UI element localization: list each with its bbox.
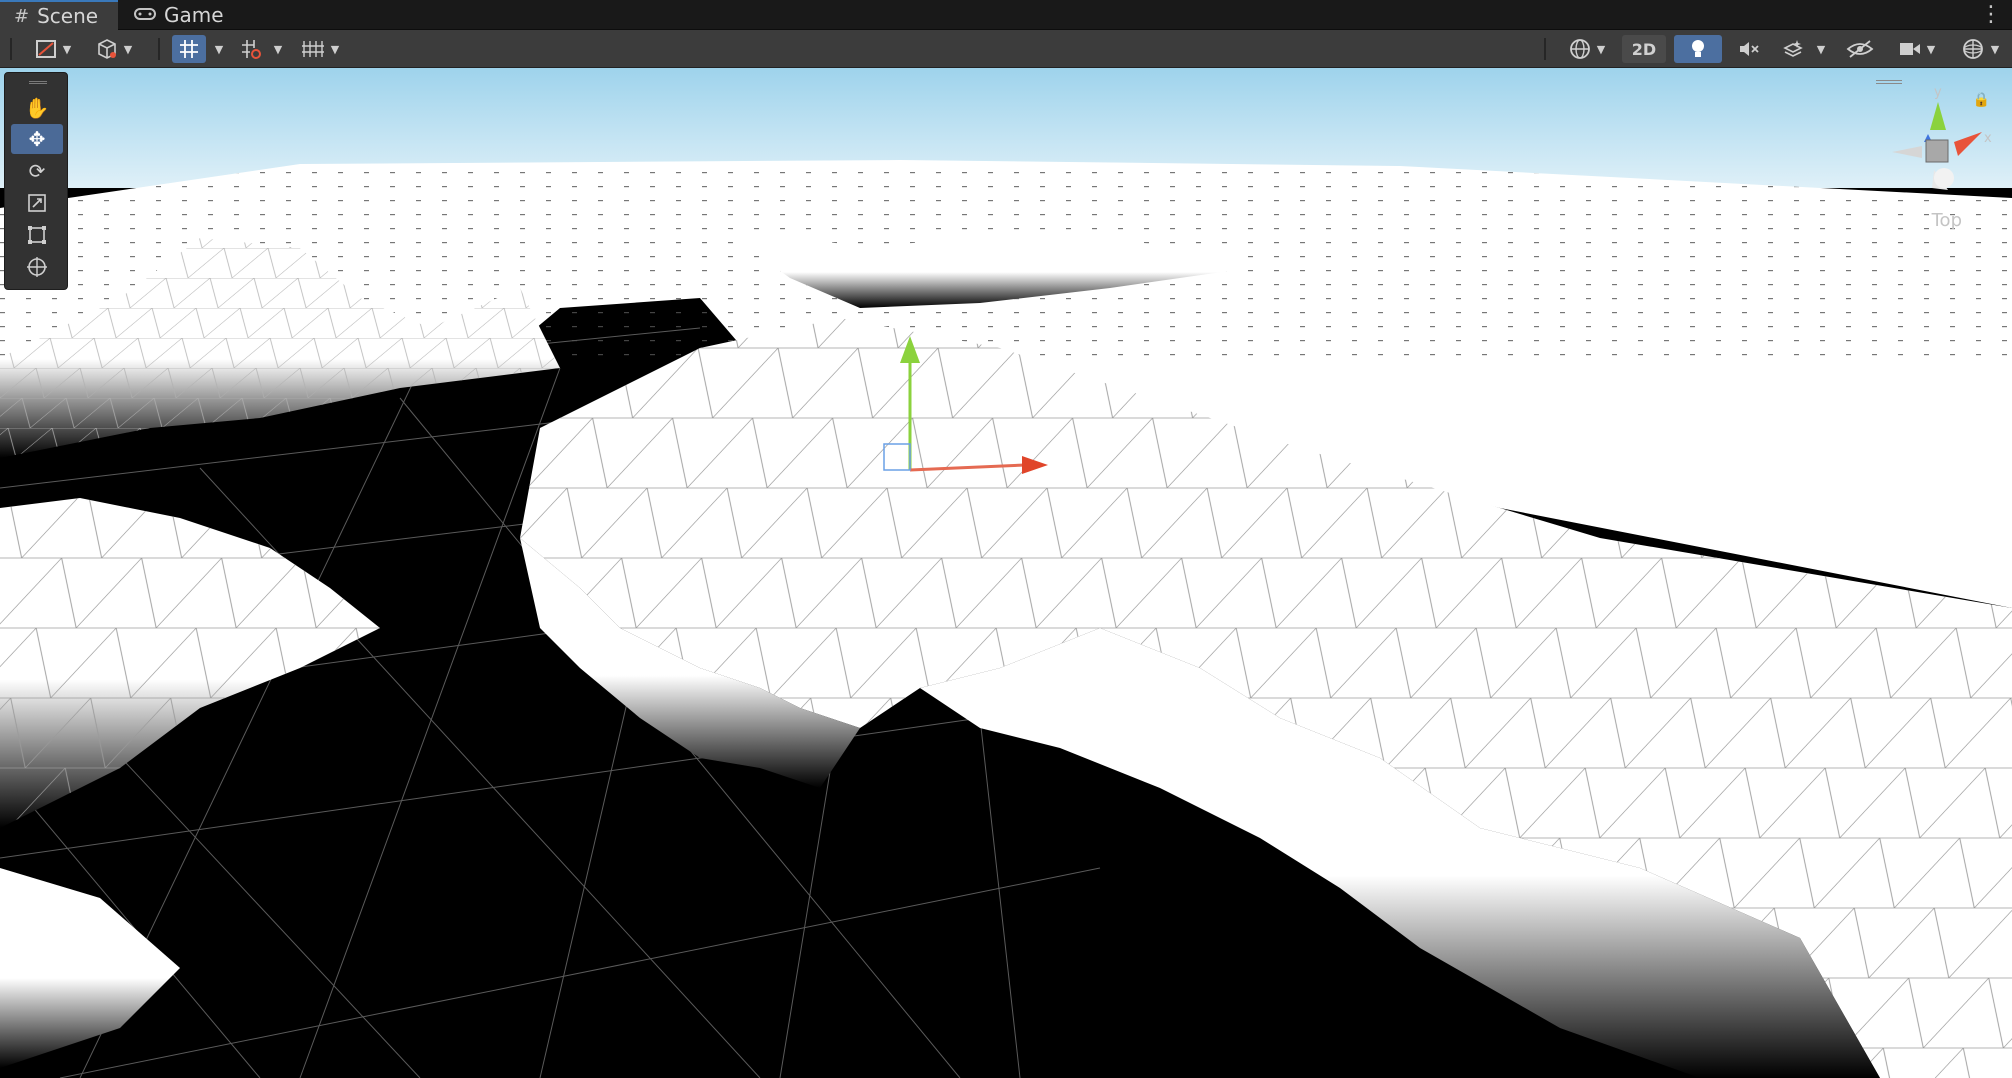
lightbulb-icon <box>1692 40 1704 57</box>
orientation-gizmo[interactable]: y x <box>1862 72 2012 232</box>
grid-snap-button[interactable] <box>172 35 206 63</box>
gamepad-icon <box>134 5 156 26</box>
tab-scene[interactable]: # Scene <box>0 0 118 30</box>
x-axis-label: x <box>1984 131 1992 146</box>
hash-icon: # <box>14 5 30 27</box>
hand-tool-button[interactable]: ✋ <box>11 93 63 123</box>
rect-transform-icon <box>28 226 46 244</box>
chevron-down-icon: ▼ <box>214 42 224 56</box>
rotate-tool-button[interactable]: ⟳ <box>11 156 63 186</box>
chevron-down-icon: ▼ <box>1990 42 2000 56</box>
draw-mode-icon <box>35 40 56 58</box>
scale-icon <box>28 194 46 212</box>
audio-toggle[interactable] <box>1734 35 1764 63</box>
gizmo-sphere-icon <box>1962 39 1983 59</box>
effects-dropdown[interactable]: ▼ <box>1810 35 1832 63</box>
increment-snap-dropdown[interactable]: ▼ <box>268 35 288 63</box>
increment-snap-icon <box>242 40 261 59</box>
tab-scene-label: Scene <box>37 4 99 28</box>
grid-toggle-button[interactable]: ▼ <box>292 35 348 63</box>
terrain-render <box>0 68 2012 1078</box>
gizmos-button[interactable]: ▼ <box>1952 35 2008 63</box>
toolbar-divider <box>158 38 160 60</box>
overlay-grip[interactable] <box>29 81 47 84</box>
chevron-down-icon: ▼ <box>330 42 340 56</box>
effects-toggle[interactable] <box>1778 35 1808 63</box>
hidden-eye-icon <box>1846 40 1874 58</box>
transform-tool-button[interactable] <box>11 252 63 282</box>
scale-tool-button[interactable] <box>11 188 63 218</box>
y-axis-label: y <box>1934 85 1942 100</box>
chevron-down-icon: ▼ <box>1926 42 1936 56</box>
increment-snap-button[interactable] <box>236 35 266 63</box>
toolbar-divider <box>10 38 12 60</box>
globe-icon <box>1569 39 1590 59</box>
y-cone[interactable] <box>1930 102 1946 130</box>
x-cone[interactable] <box>1954 132 1982 156</box>
camera-view-button[interactable]: ▼ <box>1560 35 1614 63</box>
render-mode-button[interactable]: ▼ <box>86 35 142 63</box>
rect-tool-button[interactable] <box>11 220 63 250</box>
grid-snap-dropdown[interactable]: ▼ <box>208 35 230 63</box>
draw-mode-button[interactable]: ▼ <box>26 35 80 63</box>
tab-game-label: Game <box>164 3 224 27</box>
scene-toolbar: ▼ ▼ ▼ ▼ ▼ ▼ 2D ▼ ▼ ▼ <box>0 30 2012 68</box>
two-d-toggle[interactable]: 2D <box>1622 35 1666 63</box>
more-options-icon[interactable]: ⋮ <box>1980 2 2002 27</box>
chevron-down-icon: ▼ <box>1816 42 1826 56</box>
scene-visibility-toggle[interactable] <box>1842 35 1878 63</box>
camera-settings-button[interactable]: ▼ <box>1892 35 1942 63</box>
chevron-down-icon: ▼ <box>123 42 133 56</box>
tab-game[interactable]: Game <box>120 0 230 30</box>
tab-bar: # Scene Game ⋮ <box>0 0 2012 30</box>
chevron-down-icon: ▼ <box>62 42 72 56</box>
view-label[interactable]: Top <box>1932 210 1962 231</box>
neg-y-cone[interactable] <box>1934 168 1954 188</box>
scene-viewport[interactable] <box>0 68 2012 1078</box>
video-camera-icon <box>1899 43 1920 55</box>
speaker-muted-icon <box>1740 42 1759 56</box>
tools-overlay: ✋ ✥ ⟳ <box>4 72 68 290</box>
move-arrows-icon: ✥ <box>28 127 46 151</box>
rotate-icon: ⟳ <box>28 159 46 183</box>
cube-icon <box>97 39 116 59</box>
grid-snap-icon <box>180 40 198 58</box>
move-tool-button[interactable]: ✥ <box>11 124 63 154</box>
neg-x-cone[interactable] <box>1892 146 1922 158</box>
effects-icon <box>1783 40 1803 57</box>
transform-icon <box>27 257 47 277</box>
hand-icon: ✋ <box>24 96 50 120</box>
lighting-toggle[interactable] <box>1674 35 1722 63</box>
view-axes[interactable]: y x <box>1862 72 2012 232</box>
chevron-down-icon: ▼ <box>1596 42 1606 56</box>
grid-icon <box>301 41 324 57</box>
center-cube[interactable] <box>1925 139 1949 163</box>
toolbar-divider <box>1544 38 1546 60</box>
chevron-down-icon: ▼ <box>273 42 283 56</box>
